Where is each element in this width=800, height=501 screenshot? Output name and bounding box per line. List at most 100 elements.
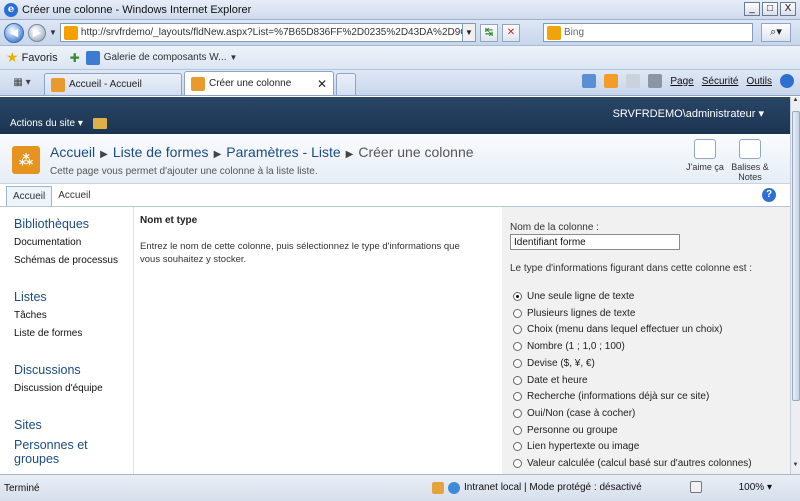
ie-logo-icon: e: [4, 2, 18, 17]
quick-tabs-button[interactable]: ▦ ▾: [4, 72, 40, 92]
like-icon: [694, 139, 716, 159]
feeds-icon[interactable]: [604, 74, 619, 88]
site-logo-icon[interactable]: ⁂: [12, 146, 40, 174]
nav-item-documentation[interactable]: Documentation: [14, 237, 81, 248]
site-actions-bar: Actions du site ▾: [0, 113, 790, 134]
type-option[interactable]: Personne ou groupe: [513, 425, 618, 436]
address-toolbar: ◀ ▶ ▼ http://srvfrdemo/_layouts/fldNew.a…: [0, 20, 800, 46]
close-tab-icon[interactable]: ✕: [317, 77, 327, 91]
type-option-label: Lien hypertexte ou image: [527, 441, 640, 452]
radio-button[interactable]: [513, 459, 522, 468]
search-button[interactable]: ⌕▾: [761, 23, 791, 42]
page-menu[interactable]: Page: [670, 76, 693, 87]
nav-item-tasks[interactable]: Tâches: [14, 310, 47, 321]
column-name-input[interactable]: [510, 234, 680, 250]
stop-button[interactable]: ✕: [501, 23, 520, 42]
breadcrumb: Accueil ▶ Liste de formes ▶ Paramètres - Lis…: [50, 144, 474, 160]
radio-button[interactable]: [513, 342, 522, 351]
type-option[interactable]: Devise ($, ¥, €): [513, 358, 595, 369]
security-menu[interactable]: Sécurité: [702, 76, 739, 87]
type-option[interactable]: Nombre (1 ; 1,0 ; 100): [513, 341, 625, 352]
search-field[interactable]: Bing: [543, 23, 753, 42]
type-option[interactable]: Une seule ligne de texte: [513, 291, 634, 302]
forward-button[interactable]: ▶: [28, 23, 46, 42]
print-icon[interactable]: [648, 74, 663, 88]
type-option[interactable]: Plusieurs lignes de texte: [513, 308, 635, 319]
breadcrumb-separator-icon: ▶: [100, 149, 108, 160]
type-option[interactable]: Choix (menu dans lequel effectuer un cho…: [513, 324, 722, 335]
nav-heading-sites[interactable]: Sites: [14, 418, 42, 432]
search-placeholder: Bing: [564, 27, 585, 38]
protected-mode-icon[interactable]: [690, 481, 702, 493]
home-icon[interactable]: [582, 74, 597, 88]
maximize-button[interactable]: □: [762, 2, 778, 16]
scrollbar-thumb[interactable]: [792, 111, 800, 401]
scroll-up-icon[interactable]: ▲: [791, 97, 800, 109]
help-icon[interactable]: ?: [762, 188, 776, 202]
radio-button[interactable]: [513, 409, 522, 418]
type-option[interactable]: Valeur calculée (calcul basé sur d'autre…: [513, 458, 752, 469]
address-dropdown-icon[interactable]: ▼: [461, 24, 475, 41]
ribbon-tab-home[interactable]: Accueil: [52, 186, 96, 206]
address-field[interactable]: http://srvfrdemo/_layouts/fldNew.aspx?Li…: [59, 23, 476, 42]
add-favorite-icon[interactable]: ✚: [70, 51, 80, 65]
radio-button[interactable]: [513, 292, 522, 301]
history-dropdown-icon[interactable]: ▼: [49, 28, 57, 37]
zoom-level[interactable]: 100% ▾: [739, 482, 772, 493]
tab-accueil[interactable]: Accueil - Accueil: [44, 73, 182, 95]
nav-heading-lists[interactable]: Listes: [14, 290, 47, 304]
ribbon-tab-browse[interactable]: Accueil: [6, 186, 53, 206]
nav-heading-people-groups[interactable]: Personnes et groupes: [14, 438, 88, 466]
address-url[interactable]: http://srvfrdemo/_layouts/fldNew.aspx?Li…: [81, 27, 462, 38]
breadcrumb-list[interactable]: Liste de formes: [113, 144, 209, 160]
tags-notes-button[interactable]: Balises & Notes: [727, 139, 773, 182]
back-button[interactable]: ◀: [4, 22, 24, 43]
tools-menu[interactable]: Outils: [746, 76, 772, 87]
window-titlebar: e Créer une colonne - Windows Internet E…: [0, 0, 800, 20]
radio-button[interactable]: [513, 392, 522, 401]
like-button[interactable]: J'aime ça: [682, 139, 728, 172]
breadcrumb-site[interactable]: Accueil: [50, 144, 95, 160]
security-zone-text[interactable]: Intranet local | Mode protégé : désactiv…: [464, 482, 642, 493]
radio-button[interactable]: [513, 442, 522, 451]
radio-button[interactable]: [513, 376, 522, 385]
nav-heading-libraries[interactable]: Bibliothèques: [14, 217, 89, 231]
window-controls: _ □ X: [744, 2, 796, 16]
mail-icon[interactable]: [626, 74, 641, 88]
type-option-label: Devise ($, ¥, €): [527, 358, 595, 369]
close-window-button[interactable]: X: [780, 2, 796, 16]
type-option-label: Nombre (1 ; 1,0 ; 100): [527, 341, 625, 352]
favorites-star-icon[interactable]: ★: [6, 49, 19, 66]
edit-page-icon[interactable]: [92, 118, 107, 129]
type-option[interactable]: Date et heure: [513, 375, 588, 386]
radio-button[interactable]: [513, 309, 522, 318]
breadcrumb-separator-icon: ▶: [213, 149, 222, 160]
tab-creer-colonne[interactable]: Créer une colonne ✕: [184, 71, 334, 95]
help-menu-icon[interactable]: [780, 74, 794, 88]
radio-button[interactable]: [513, 359, 522, 368]
breadcrumb-settings[interactable]: Paramètres - Liste: [226, 144, 340, 160]
type-option[interactable]: Recherche (informations déjà sur ce site…: [513, 391, 709, 402]
nav-item-shapes-list[interactable]: Liste de formes: [14, 328, 82, 339]
nav-heading-discussions[interactable]: Discussions: [14, 363, 81, 377]
favorites-button[interactable]: Favoris: [22, 52, 58, 64]
new-tab-button[interactable]: [336, 73, 356, 95]
tags-notes-icon: [739, 139, 761, 159]
site-actions-menu[interactable]: Actions du site ▾: [10, 118, 83, 129]
tab-label: Créer une colonne: [209, 78, 292, 89]
gallery-dropdown-icon[interactable]: ▼: [230, 53, 238, 62]
web-slice-gallery-link[interactable]: Galerie de composants W...: [104, 52, 227, 63]
nav-item-process-diagrams[interactable]: Schémas de processus: [14, 255, 118, 266]
vertical-scrollbar[interactable]: ▲ ▼: [790, 97, 800, 474]
type-option-label: Une seule ligne de texte: [527, 291, 635, 302]
refresh-button[interactable]: ↹: [479, 23, 498, 42]
radio-button[interactable]: [513, 325, 522, 334]
type-option[interactable]: Oui/Non (case à cocher): [513, 408, 635, 419]
nav-item-team-discussion[interactable]: Discussion d'équipe: [14, 383, 103, 394]
minimize-button[interactable]: _: [744, 2, 760, 16]
type-option[interactable]: Lien hypertexte ou image: [513, 441, 639, 452]
scroll-down-icon[interactable]: ▼: [791, 462, 800, 474]
radio-button[interactable]: [513, 426, 522, 435]
security-zone-icon: [432, 482, 444, 494]
type-option-label: Choix (menu dans lequel effectuer un cho…: [527, 324, 723, 335]
